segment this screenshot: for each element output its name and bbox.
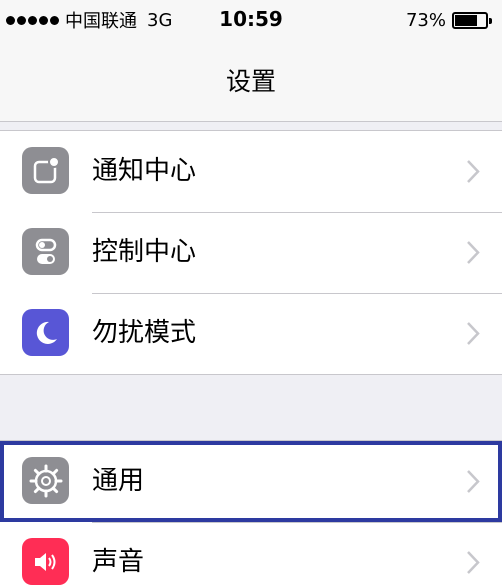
battery-icon (452, 11, 492, 29)
status-bar: 中国联通 3G 10:59 73% (0, 0, 502, 40)
settings-row-label: 勿扰模式 (92, 318, 197, 348)
chevron-right-icon (467, 241, 480, 264)
settings-row-sounds[interactable]: 声音 (0, 522, 502, 586)
moon-icon (22, 309, 69, 356)
battery-percent: 73% (405, 9, 446, 31)
notification-center-icon (22, 147, 69, 194)
gear-icon (22, 457, 69, 504)
speaker-icon (22, 538, 69, 585)
status-right: 73% (405, 8, 492, 32)
chevron-right-icon (467, 470, 480, 493)
chevron-right-icon (467, 551, 480, 574)
settings-row-general[interactable]: 通用 (0, 441, 502, 522)
settings-group-1: 通知中心 控制中心 勿扰模式 (0, 130, 502, 375)
chevron-right-icon (467, 160, 480, 183)
settings-group-2: 通用 声音 (0, 440, 502, 586)
settings-row-label: 控制中心 (92, 237, 197, 267)
navigation-bar: 设置 (0, 40, 502, 122)
chevron-right-icon (467, 322, 480, 345)
settings-row-label: 通用 (92, 466, 145, 496)
page-title: 设置 (225, 67, 276, 96)
settings-row-notification-center[interactable]: 通知中心 (0, 131, 502, 212)
settings-row-label: 通知中心 (92, 156, 197, 186)
settings-row-do-not-disturb[interactable]: 勿扰模式 (0, 293, 502, 374)
settings-row-control-center[interactable]: 控制中心 (0, 212, 502, 293)
control-center-icon (22, 228, 69, 275)
settings-row-label: 声音 (92, 547, 145, 577)
